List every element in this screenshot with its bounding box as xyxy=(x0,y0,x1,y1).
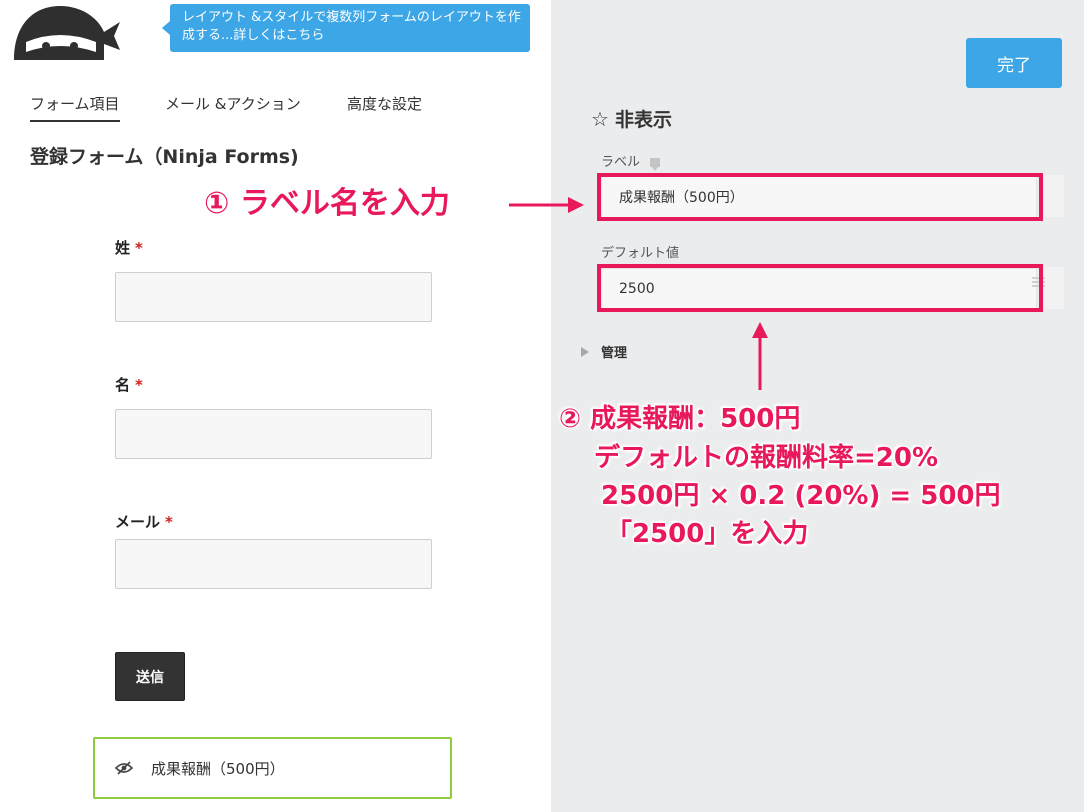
default-field-side xyxy=(1044,267,1064,309)
tab-form-fields[interactable]: フォーム項目 xyxy=(30,93,120,122)
panel-title: ☆ 非表示 xyxy=(591,105,672,132)
tab-emails-actions[interactable]: メール &アクション xyxy=(165,93,301,114)
email-label-text: メール xyxy=(115,513,161,531)
firstname-label: 名 * xyxy=(115,374,143,395)
label-field-label: ラベル xyxy=(601,151,661,171)
default-value-highlight-frame xyxy=(597,264,1043,312)
email-label: メール * xyxy=(115,511,173,532)
lastname-label-text: 姓 xyxy=(115,239,131,257)
layout-tip-tooltip[interactable]: レイアウト &スタイルで複数列フォームのレイアウトを作成する...詳しくはこちら xyxy=(162,4,530,52)
default-value-label: デフォルト値 xyxy=(601,246,680,261)
triangle-right-icon xyxy=(581,346,589,357)
firstname-input[interactable] xyxy=(115,409,432,459)
email-input[interactable] xyxy=(115,539,432,589)
lastname-label: 姓 * xyxy=(115,237,143,258)
star-icon[interactable]: ☆ xyxy=(591,107,609,131)
submit-button[interactable]: 送信 xyxy=(115,652,185,701)
comment-icon[interactable] xyxy=(650,158,661,171)
label-highlight-frame xyxy=(597,173,1043,221)
annotation-step1: ① ラベル名を入力 xyxy=(204,186,450,221)
label-field-label-text: ラベル xyxy=(601,155,641,170)
annotation-step2-line3: 2500円 × 0.2 (20%) = 500円 xyxy=(601,481,1001,511)
hidden-field-item[interactable]: 成果報酬（500円） xyxy=(93,737,452,799)
required-mark: * xyxy=(135,239,143,257)
tab-advanced[interactable]: 高度な設定 xyxy=(347,93,422,114)
done-button[interactable]: 完了 xyxy=(966,38,1062,88)
required-mark: * xyxy=(165,513,173,531)
hidden-field-label: 成果報酬（500円） xyxy=(151,759,285,778)
firstname-label-text: 名 xyxy=(115,376,131,394)
eye-slash-icon xyxy=(115,761,133,775)
form-title: 登録フォーム（Ninja Forms) xyxy=(30,146,299,168)
label-field-side xyxy=(1044,175,1064,217)
annotation-step2-line4: 「2500」を入力 xyxy=(606,519,809,549)
lastname-input[interactable] xyxy=(115,272,432,322)
manage-label: 管理 xyxy=(601,346,628,361)
ninja-avatar-icon xyxy=(14,6,120,60)
required-mark: * xyxy=(135,376,143,394)
panel-title-text: 非表示 xyxy=(614,109,672,131)
annotation-step2-line2: デフォルトの報酬料率=20% xyxy=(594,443,939,473)
annotation-step2-line1: ② 成果報酬：500円 xyxy=(559,404,801,434)
manage-section-toggle[interactable]: 管理 xyxy=(581,342,627,361)
tooltip-text: レイアウト &スタイルで複数列フォームのレイアウトを作成する...詳しくはこちら xyxy=(182,10,521,43)
